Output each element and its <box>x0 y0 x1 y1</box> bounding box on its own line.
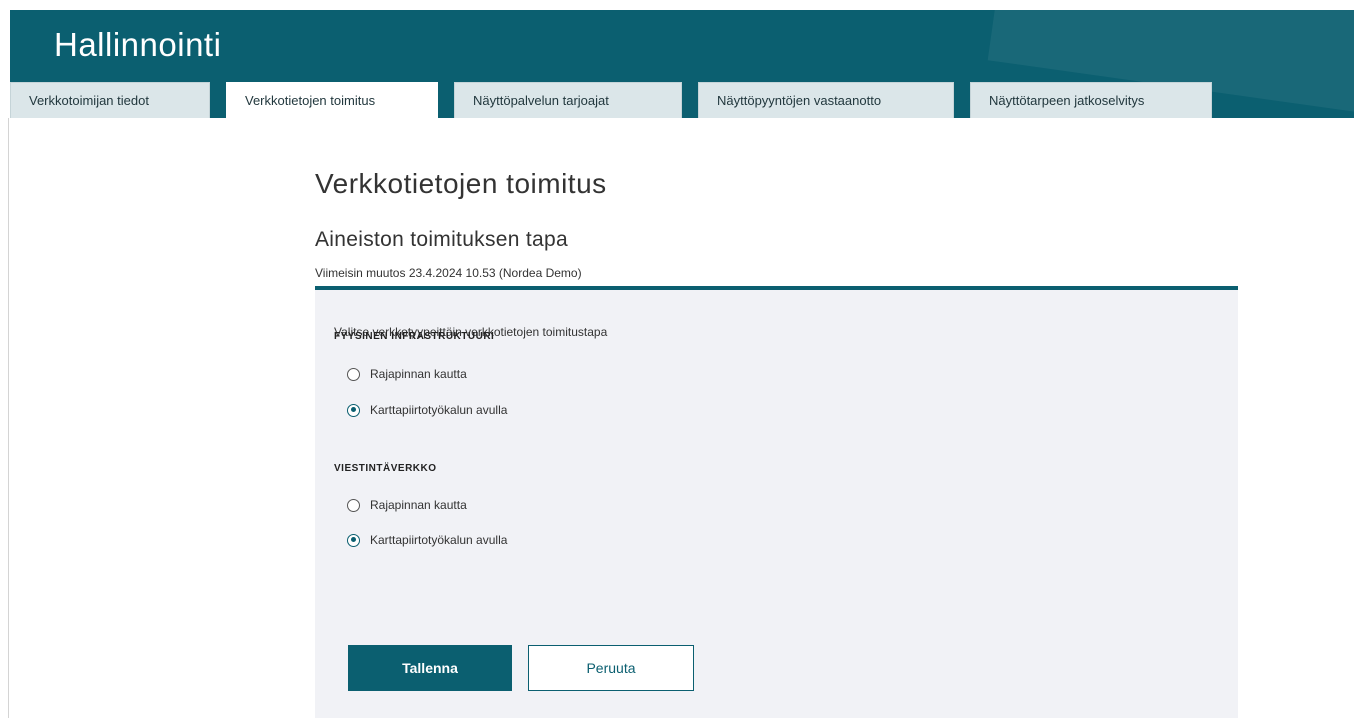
radio-label: Karttapiirtotyökalun avulla <box>370 403 508 417</box>
tab-nayttopyyntojen-vastaanotto[interactable]: Näyttöpyyntöjen vastaanotto <box>698 82 954 118</box>
left-divider <box>8 118 9 718</box>
save-button[interactable]: Tallenna <box>348 645 512 691</box>
radio-option-physical-map-tool[interactable]: Karttapiirtotyökalun avulla <box>347 400 507 420</box>
radio-button[interactable] <box>347 498 360 512</box>
app-title: Hallinnointi <box>54 26 222 63</box>
tab-nayttopalvelun-tarjoajat[interactable]: Näyttöpalvelun tarjoajat <box>454 82 682 118</box>
radio-button[interactable] <box>347 367 360 381</box>
radio-option-physical-api[interactable]: Rajapinnan kautta <box>347 364 467 384</box>
group-label-communications-network: VIESTINTÄVERKKO <box>334 463 437 474</box>
radio-label: Rajapinnan kautta <box>370 498 467 512</box>
radio-button-checked[interactable] <box>347 533 360 547</box>
radio-button-checked[interactable] <box>347 403 360 417</box>
last-modified-text: Viimeisin muutos 23.4.2024 10.53 (Nordea… <box>315 266 582 280</box>
tab-verkkotietojen-toimitus[interactable]: Verkkotietojen toimitus <box>226 82 438 118</box>
tab-verkkotoimijan-tiedot[interactable]: Verkkotoimijan tiedot <box>10 82 210 118</box>
radio-label: Rajapinnan kautta <box>370 367 467 381</box>
tab-bar: Verkkotoimijan tiedot Verkkotietojen toi… <box>10 82 1212 118</box>
radio-option-network-api[interactable]: Rajapinnan kautta <box>347 495 467 515</box>
cancel-button[interactable]: Peruuta <box>528 645 694 691</box>
group-label-physical-infrastructure: FYYSINEN INFRASTRUKTUURI <box>334 331 495 342</box>
radio-label: Karttapiirtotyökalun avulla <box>370 533 508 547</box>
radio-option-network-map-tool[interactable]: Karttapiirtotyökalun avulla <box>347 530 507 550</box>
tab-nayttotarpeen-jatkoselvitys[interactable]: Näyttötarpeen jatkoselvitys <box>970 82 1212 118</box>
delivery-method-panel: Valitse verkkotyypeittäin verkkotietojen… <box>315 286 1238 718</box>
page-title: Verkkotietojen toimitus <box>315 168 607 199</box>
section-title: Aineiston toimituksen tapa <box>315 228 568 251</box>
